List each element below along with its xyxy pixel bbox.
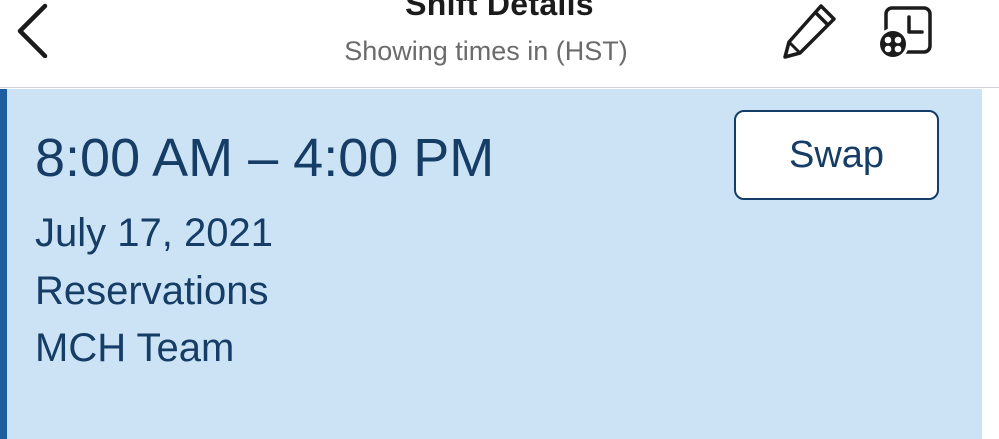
schedule-people-icon: [876, 3, 936, 63]
shift-team: MCH Team: [35, 326, 235, 370]
shift-card: 8:00 AM – 4:00 PM July 17, 2021 Reservat…: [0, 89, 982, 439]
schedule-team-button[interactable]: [876, 3, 936, 63]
swap-button-label: Swap: [788, 133, 885, 176]
accent-bar: [0, 89, 7, 439]
swap-button[interactable]: Swap: [734, 110, 939, 200]
top-bar: Shift Details Showing times in (HST): [0, 0, 999, 88]
pencil-icon: [780, 0, 840, 60]
shift-date: July 17, 2021: [35, 211, 273, 255]
shift-role: Reservations: [35, 269, 269, 313]
shift-time-range: 8:00 AM – 4:00 PM: [35, 128, 495, 188]
edit-button[interactable]: [780, 0, 840, 60]
page-title: Shift Details: [405, 0, 594, 22]
